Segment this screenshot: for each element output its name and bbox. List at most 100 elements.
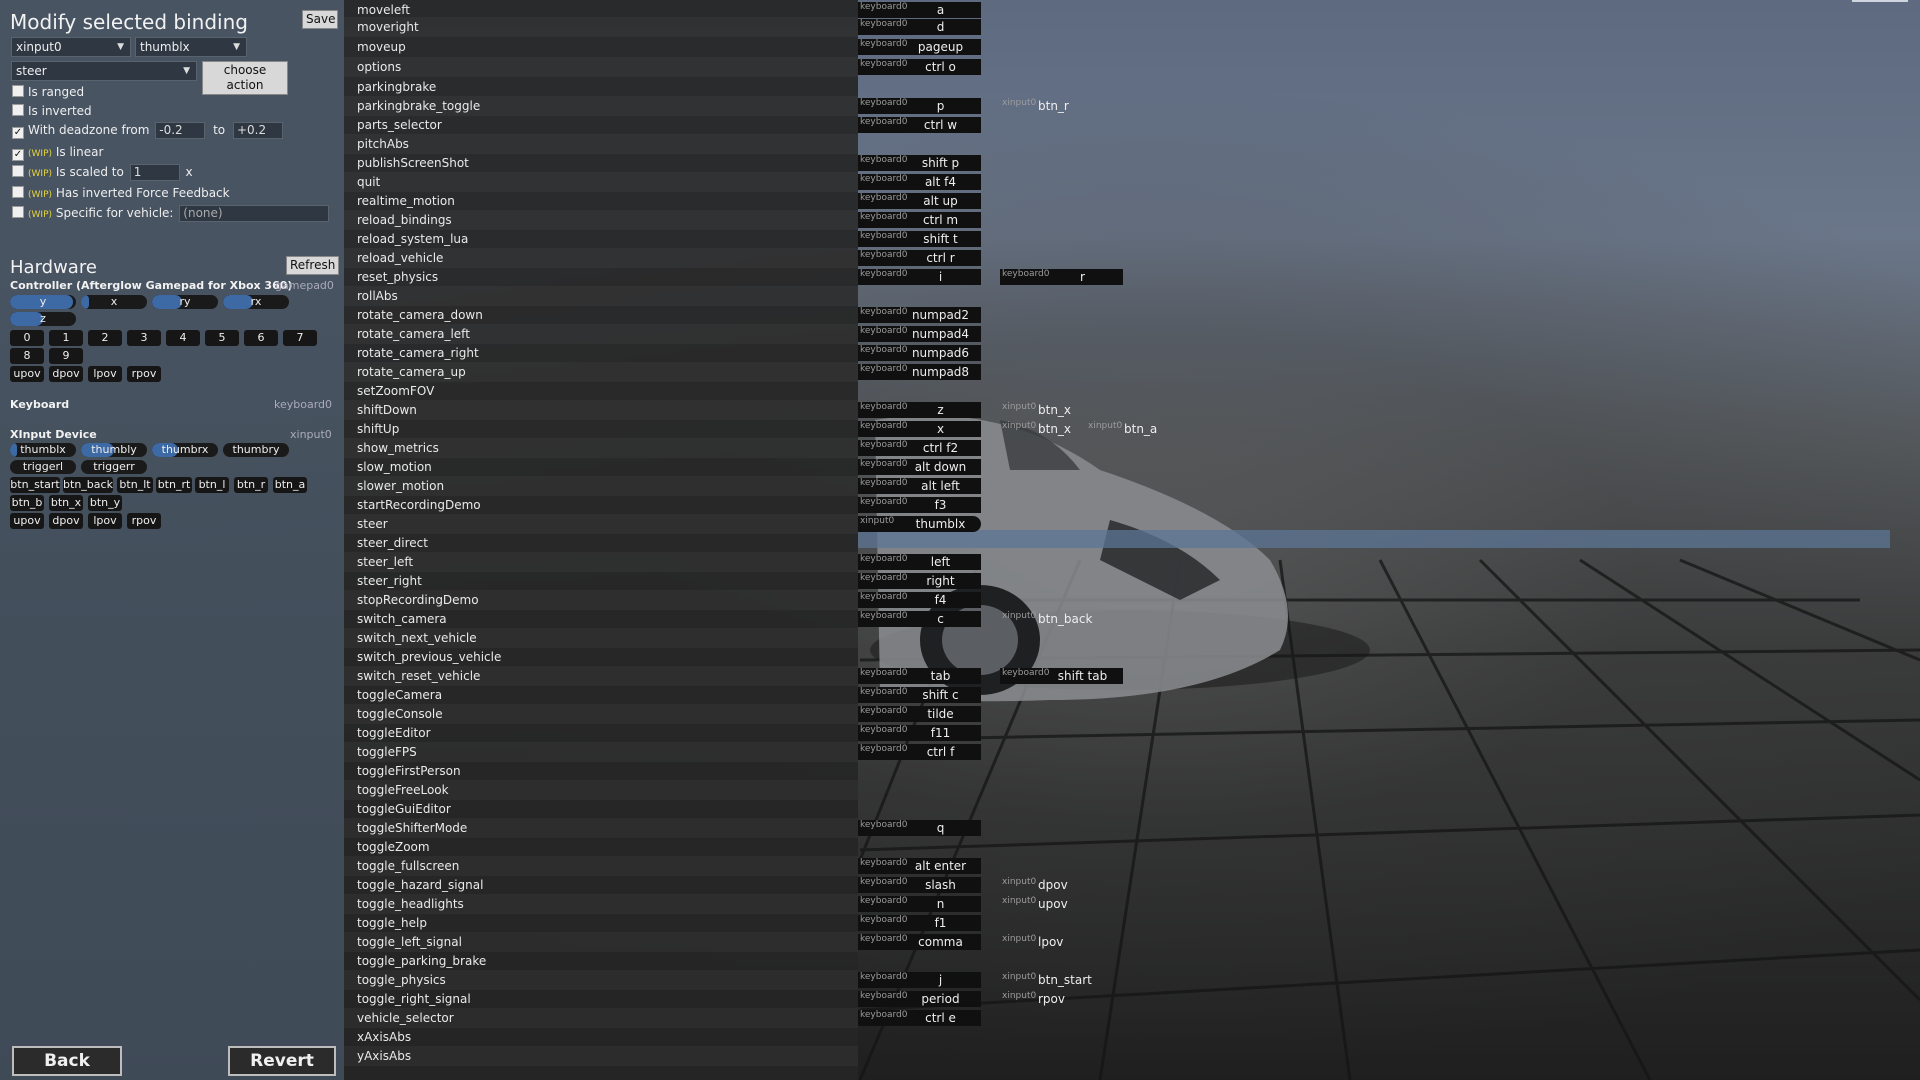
refresh-button[interactable]: Refresh <box>286 256 339 275</box>
specific-vehicle-checkbox[interactable] <box>12 206 24 218</box>
action-row[interactable]: options <box>344 57 858 77</box>
action-row[interactable]: toggleShifterMode <box>344 818 858 838</box>
action-row[interactable]: rotate_camera_up <box>344 362 858 382</box>
action-row[interactable]: pitchAbs <box>344 134 858 154</box>
deadzone-checkbox[interactable]: ✓ <box>12 127 24 139</box>
binding-chip[interactable]: keyboard0 numpad6 <box>858 345 981 361</box>
action-dropdown[interactable]: steer ▼ <box>11 61 197 81</box>
binding-chip[interactable]: keyboard0 shift p <box>858 155 981 171</box>
binding-chip[interactable]: keyboard0 right <box>858 573 981 589</box>
binding-chip[interactable]: keyboard0 r <box>1000 269 1123 285</box>
control-dropdown[interactable]: thumblx ▼ <box>135 37 247 57</box>
is-ranged-checkbox[interactable] <box>12 85 24 97</box>
action-row[interactable]: rotate_camera_right <box>344 343 858 363</box>
action-row[interactable]: toggle_fullscreen <box>344 856 858 876</box>
binding-chip[interactable]: xinput0 btn_r <box>1000 98 1069 114</box>
binding-chip[interactable]: keyboard0 ctrl r <box>858 250 981 266</box>
back-button[interactable]: Back <box>12 1046 122 1076</box>
deadzone-to-input[interactable]: +0.2 <box>232 122 283 139</box>
binding-chip[interactable]: keyboard0 i <box>858 269 981 285</box>
action-row[interactable]: quit <box>344 172 858 192</box>
binding-chip[interactable]: keyboard0 numpad4 <box>858 326 981 342</box>
action-row[interactable]: reload_bindings <box>344 210 858 230</box>
action-row[interactable]: startRecordingDemo <box>344 495 858 515</box>
binding-chip[interactable]: keyboard0 numpad2 <box>858 307 981 323</box>
action-row[interactable]: switch_previous_vehicle <box>344 647 858 667</box>
binding-chip[interactable]: keyboard0 z <box>858 402 981 418</box>
option-deadzone[interactable]: ✓ With deadzone from -0.2 to +0.2 <box>12 122 283 139</box>
binding-chip[interactable]: keyboard0 p <box>858 98 981 114</box>
binding-chip[interactable]: xinput0 dpov <box>1000 877 1068 893</box>
action-row[interactable]: steer <box>344 514 858 534</box>
action-row[interactable]: switch_camera <box>344 609 858 629</box>
binding-chip[interactable]: keyboard0 comma <box>858 934 981 950</box>
action-row[interactable]: steer_left <box>344 552 858 572</box>
action-row[interactable]: toggleFirstPerson <box>344 761 858 781</box>
action-row[interactable]: toggle_left_signal <box>344 932 858 952</box>
action-row[interactable]: reset_physics <box>344 267 858 287</box>
action-row[interactable]: slower_motion <box>344 476 858 496</box>
binding-chip[interactable]: keyboard0 ctrl e <box>858 1010 981 1026</box>
binding-chip[interactable]: keyboard0 f3 <box>858 497 981 513</box>
binding-chip[interactable]: keyboard0 left <box>858 554 981 570</box>
binding-chip[interactable]: xinput0 rpov <box>1000 991 1065 1007</box>
binding-chip[interactable]: keyboard0 period <box>858 991 981 1007</box>
binding-chip[interactable]: keyboard0 x <box>858 421 981 437</box>
action-row[interactable]: parkingbrake <box>344 77 858 97</box>
binding-chip[interactable]: keyboard0 shift tab <box>1000 668 1123 684</box>
option-is-linear[interactable]: ✓ (WIP) Is linear <box>12 144 103 161</box>
option-inverted-ffb[interactable]: (WIP) Has inverted Force Feedback <box>12 185 230 201</box>
binding-chip[interactable]: keyboard0 alt down <box>858 459 981 475</box>
action-row[interactable]: switch_next_vehicle <box>344 628 858 648</box>
action-row[interactable]: parts_selector <box>344 115 858 135</box>
action-row[interactable]: toggle_hazard_signal <box>344 875 858 895</box>
revert-button[interactable]: Revert <box>228 1046 336 1076</box>
action-row[interactable]: slow_motion <box>344 457 858 477</box>
is-linear-checkbox[interactable]: ✓ <box>12 149 24 161</box>
deadzone-from-input[interactable]: -0.2 <box>155 122 206 139</box>
binding-chip[interactable]: keyboard0 alt enter <box>858 858 981 874</box>
binding-chip[interactable]: keyboard0 alt up <box>858 193 981 209</box>
binding-chip[interactable]: xinput0 btn_back <box>1000 611 1092 627</box>
binding-chip[interactable]: keyboard0 alt left <box>858 478 981 494</box>
choose-action-button[interactable]: choose action <box>202 61 288 95</box>
action-row[interactable]: rotate_camera_down <box>344 305 858 325</box>
action-row[interactable]: xAxisAbs <box>344 1027 858 1047</box>
action-row[interactable]: moveright <box>344 17 858 37</box>
binding-chip[interactable]: keyboard0 alt f4 <box>858 174 981 190</box>
action-row[interactable]: reload_system_lua <box>344 229 858 249</box>
action-row[interactable]: publishScreenShot <box>344 153 858 173</box>
binding-chip[interactable]: keyboard0 f1 <box>858 915 981 931</box>
action-row[interactable]: steer_direct <box>344 533 858 553</box>
inverted-ffb-checkbox[interactable] <box>12 186 24 198</box>
is-inverted-checkbox[interactable] <box>12 104 24 116</box>
action-row[interactable]: show_metrics <box>344 438 858 458</box>
binding-chip[interactable]: keyboard0 d <box>858 19 981 35</box>
action-row[interactable]: parkingbrake_toggle <box>344 96 858 116</box>
action-row[interactable]: toggle_right_signal <box>344 989 858 1009</box>
action-row[interactable]: toggleConsole <box>344 704 858 724</box>
binding-chip[interactable]: keyboard0 q <box>858 820 981 836</box>
action-row[interactable]: toggle_headlights <box>344 894 858 914</box>
action-row[interactable]: moveup <box>344 37 858 57</box>
binding-chip[interactable]: keyboard0 ctrl o <box>858 59 981 75</box>
binding-chip[interactable]: keyboard0 ctrl f <box>858 744 981 760</box>
action-row[interactable]: toggleCamera <box>344 685 858 705</box>
binding-chip[interactable]: keyboard0 ctrl f2 <box>858 440 981 456</box>
action-row[interactable]: toggle_help <box>344 913 858 933</box>
action-row[interactable]: rotate_camera_left <box>344 324 858 344</box>
binding-chip[interactable]: xinput0 lpov <box>1000 934 1063 950</box>
action-row[interactable]: toggleEditor <box>344 723 858 743</box>
action-row[interactable]: toggleFPS <box>344 742 858 762</box>
binding-chip[interactable]: keyboard0 shift t <box>858 231 981 247</box>
action-row[interactable]: reload_vehicle <box>344 248 858 268</box>
binding-chip[interactable]: keyboard0 slash <box>858 877 981 893</box>
option-is-scaled[interactable]: (WIP) Is scaled to 1 x <box>12 164 193 181</box>
action-row[interactable]: shiftUp <box>344 419 858 439</box>
device-dropdown[interactable]: xinput0 ▼ <box>11 37 131 57</box>
binding-chip[interactable]: keyboard0 c <box>858 611 981 627</box>
action-row[interactable]: steer_right <box>344 571 858 591</box>
action-row[interactable]: switch_reset_vehicle <box>344 666 858 686</box>
binding-chip[interactable]: keyboard0 n <box>858 896 981 912</box>
action-row[interactable]: rollAbs <box>344 286 858 306</box>
